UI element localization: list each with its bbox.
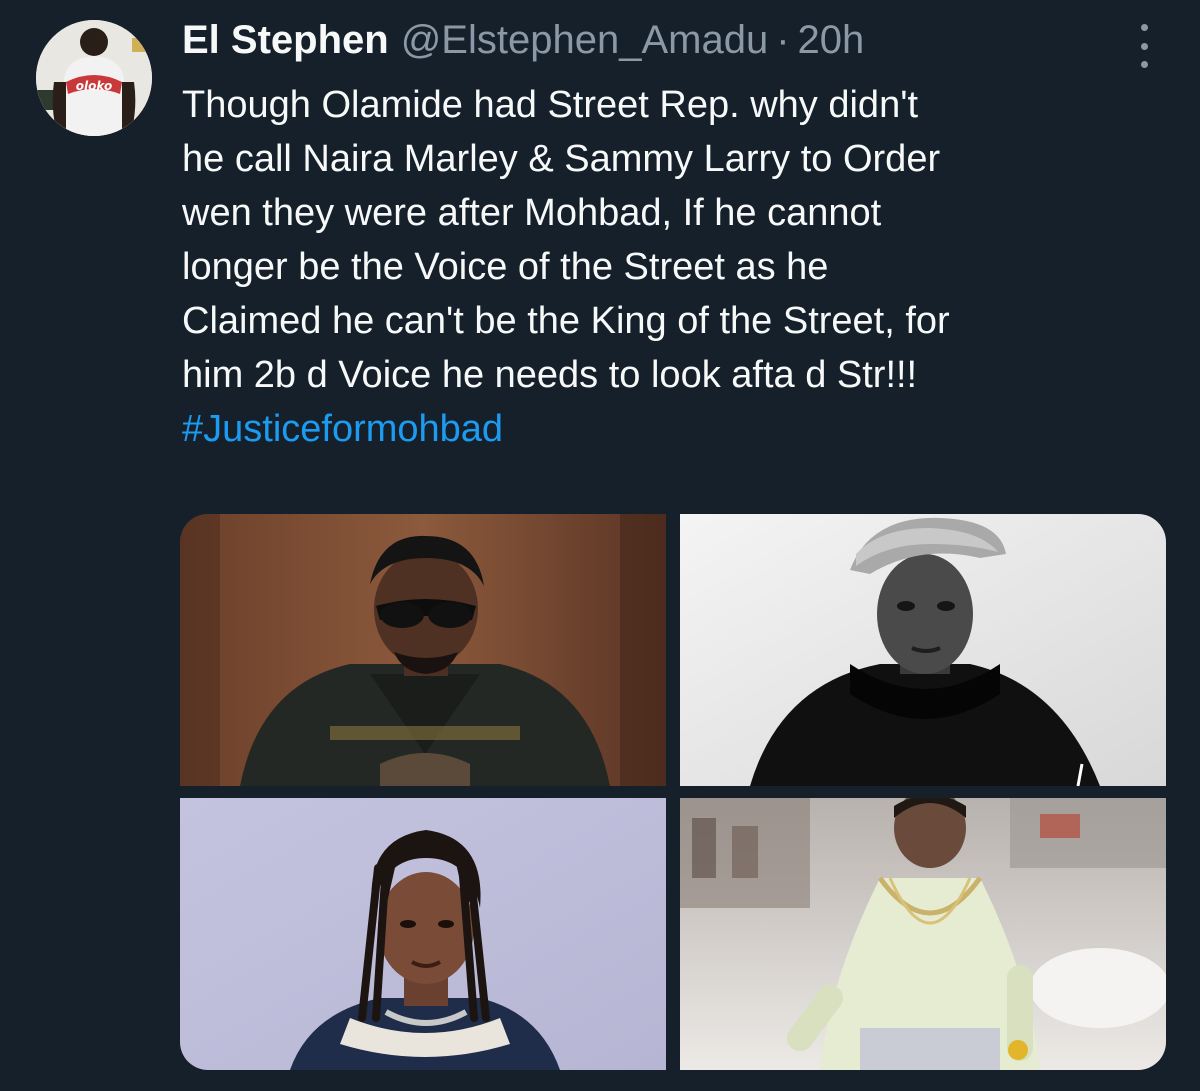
tweet-text-line: him 2b d Voice he needs to look afta d S… (182, 354, 918, 396)
avatar-jersey-text: oloko (76, 79, 112, 93)
media-photo-2[interactable] (680, 514, 1166, 786)
tweet-header: El Stephen @Elstephen_Amadu · 20h (182, 18, 864, 68)
display-name[interactable]: El Stephen (182, 18, 389, 63)
more-vertical-icon[interactable] (1124, 24, 1164, 68)
media-photo-1[interactable] (180, 514, 666, 786)
tweet-text-line: wen they were after Mohbad, If he cannot (182, 192, 882, 234)
tweet-text-line: Claimed he can't be the King of the Stre… (182, 300, 950, 342)
photo-1-image (180, 514, 666, 786)
tweet-timestamp[interactable]: 20h (798, 18, 865, 63)
photo-4-image (680, 798, 1166, 1070)
photo-3-image (180, 798, 666, 1070)
media-grid (180, 514, 1166, 1070)
avatar[interactable]: oloko (36, 20, 152, 136)
header-separator: · (776, 18, 790, 62)
tweet-text-line: Though Olamide had Street Rep. why didn'… (182, 84, 919, 126)
tweet-text-line: longer be the Voice of the Street as he (182, 246, 829, 288)
tweet-text-line: he call Naira Marley & Sammy Larry to Or… (182, 138, 941, 180)
photo-2-image (680, 514, 1166, 786)
tweet-text: Though Olamide had Street Rep. why didn'… (182, 78, 1172, 456)
media-photo-3[interactable] (180, 798, 666, 1070)
hashtag-link[interactable]: #Justiceformohbad (182, 402, 1172, 456)
media-photo-4[interactable] (680, 798, 1166, 1070)
tweet[interactable]: oloko El Stephen @Elstephen_Amadu · 20h … (0, 0, 1200, 1091)
user-handle[interactable]: @Elstephen_Amadu (401, 18, 769, 63)
avatar-image: oloko (36, 20, 152, 136)
